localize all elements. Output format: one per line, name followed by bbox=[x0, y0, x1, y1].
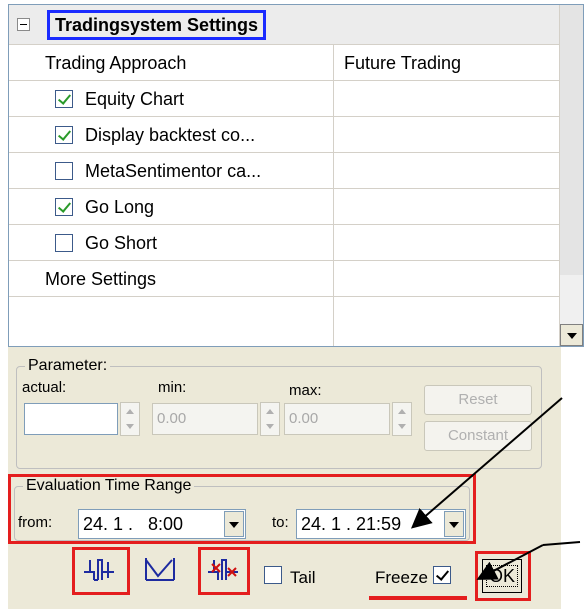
annotation-arrow bbox=[476, 544, 544, 580]
annotation-arrow bbox=[410, 397, 563, 529]
annotation-arrows bbox=[410, 397, 581, 580]
annotation-arrow bbox=[542, 541, 581, 546]
